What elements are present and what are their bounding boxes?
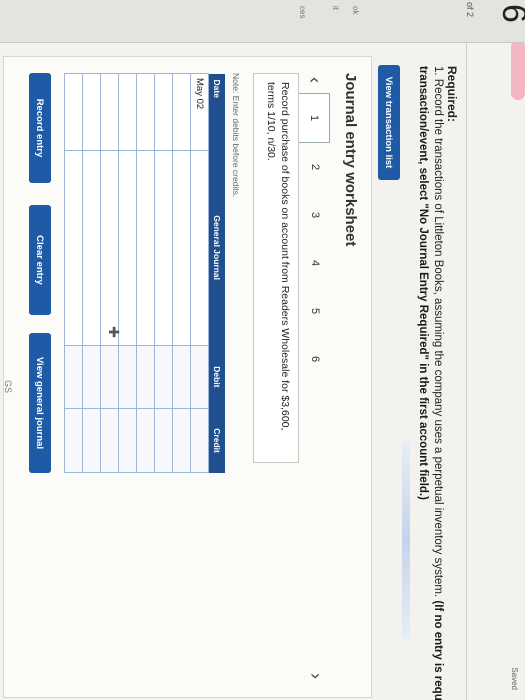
record-entry-button[interactable]: Record entry (29, 73, 51, 183)
left-sidebar: 6 of 2 ok it ces (0, 0, 525, 43)
credit-field[interactable] (100, 408, 119, 473)
account-field[interactable] (64, 150, 83, 346)
table-row (154, 73, 173, 473)
saved-status: Saved (510, 667, 519, 690)
side-label: ces (298, 6, 307, 19)
credit-field[interactable] (172, 408, 191, 473)
debit-field[interactable] (100, 345, 119, 409)
side-label: it (331, 6, 340, 10)
date-cell[interactable] (64, 73, 83, 151)
journal-table: Date General Journal Debit Credit May 02 (64, 73, 225, 473)
instructions: 1. Record the transactions of Littleton … (415, 66, 445, 700)
view-general-journal-button[interactable]: View general journal (29, 333, 51, 473)
table-row (172, 73, 191, 473)
instruction-line1: 1. Record the transactions of Littleton … (432, 66, 444, 598)
credit-field[interactable] (136, 408, 155, 473)
divider (466, 42, 467, 700)
worksheet-tabs: ‹ 1 2 3 4 5 6 (299, 67, 331, 383)
instruction-line2: transaction/event, select "No Journal En… (417, 66, 429, 500)
debit-field[interactable] (64, 345, 83, 409)
date-cell[interactable] (82, 73, 101, 151)
credit-field[interactable] (154, 408, 173, 473)
tab-3[interactable]: 3 (309, 191, 321, 239)
tab-1[interactable]: 1 (299, 93, 331, 143)
debit-field[interactable] (154, 345, 173, 409)
side-label: ok (351, 6, 360, 15)
worksheet-title: Journal entry worksheet (342, 73, 359, 247)
table-row: May 02 (190, 73, 209, 473)
entry-note: Note: Enter debits before credits. (231, 73, 241, 198)
table-row (100, 73, 119, 473)
date-cell[interactable] (154, 73, 173, 151)
tab-4[interactable]: 4 (309, 239, 321, 287)
chevron-right-icon[interactable]: › (305, 673, 326, 679)
tab-2[interactable]: 2 (309, 143, 321, 191)
credit-field[interactable] (64, 408, 83, 473)
col-debit: Debit (208, 345, 225, 409)
account-field[interactable] (100, 150, 119, 346)
date-cell[interactable] (100, 73, 119, 151)
journal-worksheet-panel: Journal entry worksheet ‹ 1 2 3 4 5 6 › … (3, 56, 372, 698)
date-cell[interactable]: May 02 (190, 73, 209, 151)
credit-field[interactable] (190, 408, 209, 473)
crosshair-plus-icon: ✚ (106, 326, 122, 338)
account-field[interactable] (136, 150, 155, 346)
account-field[interactable] (154, 150, 173, 346)
view-transaction-list-button[interactable]: View transaction list (378, 65, 400, 180)
transaction-description: Record purchase of books on account from… (253, 73, 299, 463)
col-credit: Credit (208, 408, 225, 473)
instruction-paren: (If no entry is requi (432, 600, 444, 700)
date-cell[interactable] (136, 73, 155, 151)
debit-field[interactable] (82, 345, 101, 409)
clear-entry-button[interactable]: Clear entry (29, 205, 51, 315)
rotated-screen: 6 of 2 ok it ces Saved Required: 1. Reco… (0, 0, 525, 700)
chevron-left-icon[interactable]: ‹ (305, 67, 326, 93)
date-cell[interactable] (118, 73, 137, 151)
col-date: Date (208, 73, 225, 151)
account-field[interactable] (82, 150, 101, 346)
debit-field[interactable] (172, 345, 191, 409)
decorative-blob (511, 40, 525, 100)
table-row (136, 73, 155, 473)
credit-field[interactable] (118, 408, 137, 473)
tab-6[interactable]: 6 (309, 335, 321, 383)
required-label: Required: (445, 66, 459, 123)
tab-5[interactable]: 5 (309, 287, 321, 335)
blurred-banner (402, 440, 410, 640)
table-row (64, 73, 83, 473)
credit-field[interactable] (82, 408, 101, 473)
table-row (118, 73, 137, 473)
account-field[interactable] (118, 150, 137, 346)
account-field[interactable] (172, 150, 191, 346)
debit-field[interactable] (118, 345, 137, 409)
page-indicator: of 2 (465, 2, 475, 18)
account-field[interactable] (190, 150, 209, 346)
date-cell[interactable] (172, 73, 191, 151)
page-footer-mark: GS (3, 380, 13, 394)
table-header-row: Date General Journal Debit Credit (208, 73, 225, 473)
debit-field[interactable] (190, 345, 209, 409)
debit-field[interactable] (136, 345, 155, 409)
question-number: 6 (494, 4, 525, 23)
col-general-journal: General Journal (208, 150, 225, 346)
table-row (82, 73, 101, 473)
